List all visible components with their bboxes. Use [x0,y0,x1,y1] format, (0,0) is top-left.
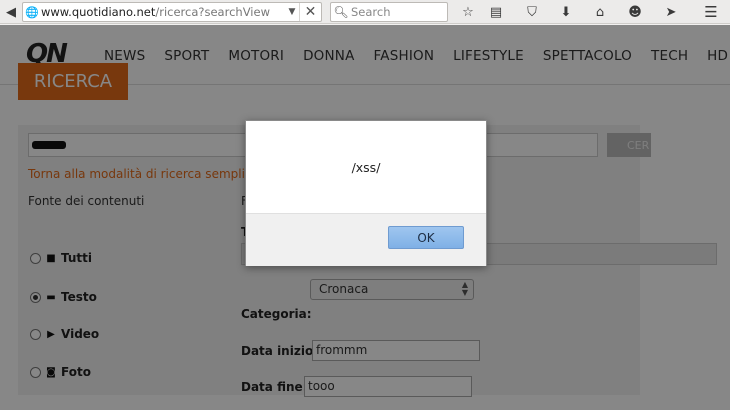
ok-button[interactable]: OK [388,226,464,249]
browser-toolbar: ◀ 🌐 www.quotidiano.net/ricerca?searchVie… [0,0,730,24]
search-input[interactable] [351,5,441,19]
search-icon: 🔍︎ [333,5,349,19]
reader-view-icon[interactable]: ▤ [487,3,505,21]
back-icon[interactable]: ◀ [2,3,20,21]
send-icon[interactable]: ➤ [662,3,680,21]
downloads-icon[interactable]: ⬇ [557,3,575,21]
pocket-icon[interactable]: ⛉ [523,3,541,21]
search-bar[interactable]: 🔍︎ [330,2,448,22]
url-dropdown-icon[interactable]: ▼ [285,7,299,17]
globe-icon: 🌐 [25,5,39,19]
alert-dialog: /xss/ OK [245,120,487,266]
home-icon[interactable]: ⌂ [591,3,609,21]
bookmark-star-icon[interactable]: ☆ [459,3,477,21]
chat-icon[interactable]: ☻ [626,3,644,21]
alert-footer: OK [246,213,486,266]
alert-message: /xss/ [351,159,381,175]
url-text[interactable]: www.quotidiano.net/ricerca?searchView [41,5,285,19]
url-bar[interactable]: 🌐 www.quotidiano.net/ricerca?searchView … [22,2,322,22]
menu-icon[interactable]: ☰ [702,3,720,21]
close-icon[interactable]: ✕ [299,3,321,21]
